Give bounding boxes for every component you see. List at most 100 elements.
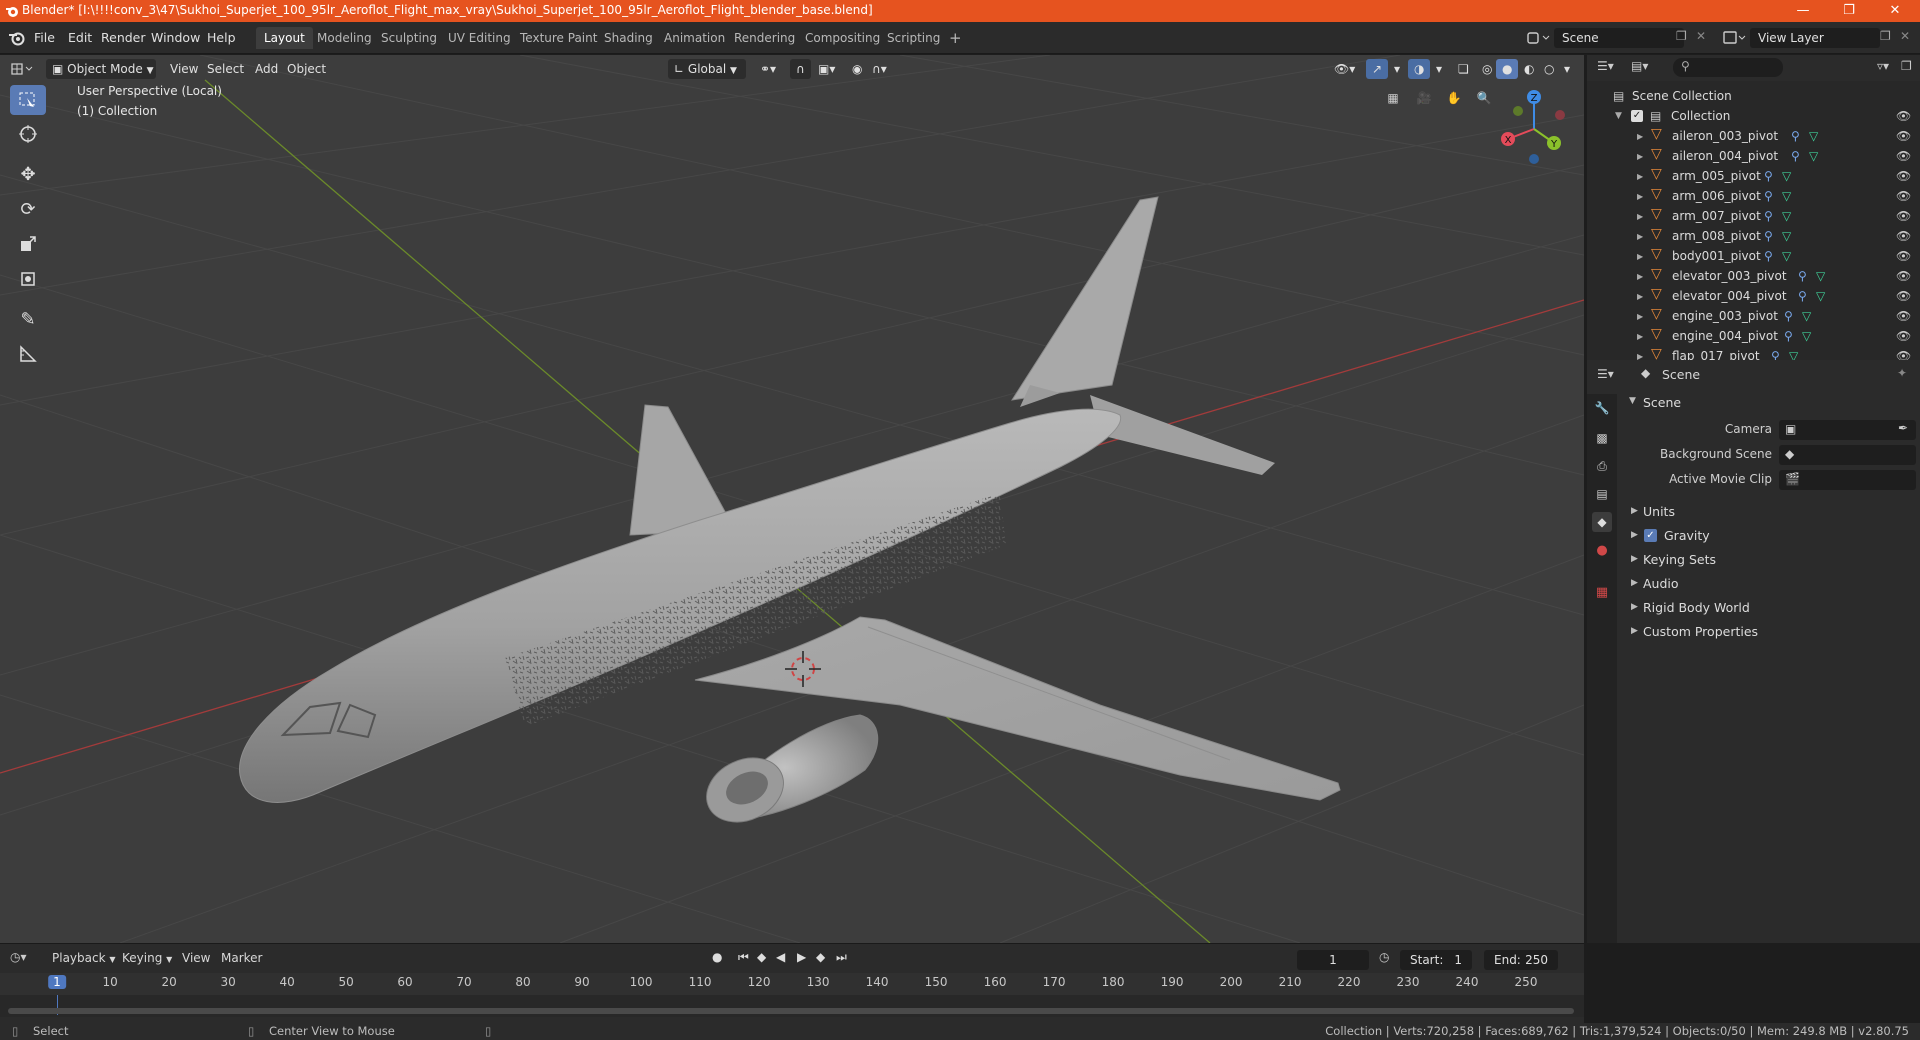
background-scene-field[interactable]: ◆: [1779, 445, 1916, 465]
expand-arrow-icon[interactable]: ▶: [1637, 252, 1643, 261]
audio-panel-header[interactable]: ▶ Audio: [1625, 573, 1915, 595]
modifier-wrench-icon[interactable]: ⚲: [1798, 289, 1807, 303]
play-reverse-icon[interactable]: ◀: [776, 950, 785, 964]
gravity-panel-header[interactable]: ▶ ✓ Gravity: [1625, 525, 1915, 547]
rigid-body-world-panel-header[interactable]: ▶ Rigid Body World: [1625, 597, 1915, 619]
eyedropper-icon[interactable]: ✒: [1898, 421, 1908, 435]
overlays-toggle-icon[interactable]: ◑: [1408, 59, 1431, 79]
menu-edit[interactable]: Edit: [68, 30, 92, 45]
outliner-item-row[interactable]: ▶ ▽ arm_006_pivot ⚲ ▽ 👁: [1587, 186, 1920, 206]
tab-tool[interactable]: 🔧: [1592, 398, 1612, 418]
expand-arrow-icon[interactable]: ▶: [1637, 332, 1643, 341]
visibility-selectability-icon[interactable]: 👁▾: [1328, 59, 1361, 79]
outliner-item-row[interactable]: ▶ ▽ arm_007_pivot ⚲ ▽ 👁: [1587, 206, 1920, 226]
snap-target-icon[interactable]: ▣▾: [812, 59, 841, 79]
timeline-menu-marker[interactable]: Marker: [221, 951, 262, 965]
tab-sculpting[interactable]: Sculpting: [373, 27, 445, 49]
visibility-eye-icon[interactable]: 👁: [1896, 289, 1911, 303]
expand-arrow-icon[interactable]: ▶: [1637, 132, 1643, 141]
close-window-button[interactable]: ✕: [1872, 0, 1918, 22]
expand-arrow-icon[interactable]: ▶: [1637, 172, 1643, 181]
record-icon[interactable]: ●: [712, 950, 722, 964]
mesh-data-icon[interactable]: ▽: [1782, 169, 1791, 183]
pivot-point-icon[interactable]: ⚭▾: [754, 59, 782, 79]
outliner-item-row[interactable]: ▶ ▽ elevator_004_pivot ⚲ ▽ 👁: [1587, 286, 1920, 306]
tab-uv-editing[interactable]: UV Editing: [440, 27, 519, 49]
snap-magnet-icon[interactable]: ∩: [790, 59, 811, 79]
active-movie-clip-field[interactable]: 🎬: [1779, 470, 1916, 490]
mesh-data-icon[interactable]: ▽: [1802, 329, 1811, 343]
end-frame-field[interactable]: End: 250: [1484, 950, 1558, 970]
tab-modeling[interactable]: Modeling: [309, 27, 380, 49]
viewport-menu-object[interactable]: Object: [281, 59, 332, 79]
expand-arrow-icon[interactable]: ▶: [1637, 292, 1643, 301]
viewport-menu-select[interactable]: Select: [201, 59, 250, 79]
tab-texture[interactable]: ▦: [1592, 582, 1612, 602]
navigation-gizmo[interactable]: Z X Y: [1496, 87, 1568, 165]
modifier-wrench-icon[interactable]: ⚲: [1791, 129, 1800, 143]
modifier-wrench-icon[interactable]: ⚲: [1764, 229, 1773, 243]
shading-dropdown-icon[interactable]: ▾: [1558, 59, 1576, 79]
gravity-checkbox[interactable]: ✓: [1644, 529, 1657, 542]
rotate-tool[interactable]: ⟳: [10, 194, 46, 224]
outliner-editor-type-icon[interactable]: ☰▾: [1597, 59, 1614, 73]
modifier-wrench-icon[interactable]: ⚲: [1784, 309, 1793, 323]
expand-arrow-icon[interactable]: ▶: [1637, 312, 1643, 321]
outliner-item-row[interactable]: ▶ ▽ engine_004_pivot ⚲ ▽ 👁: [1587, 326, 1920, 346]
falloff-icon[interactable]: ∩▾: [866, 59, 893, 79]
add-workspace-button[interactable]: +: [941, 27, 970, 49]
expand-arrow-icon[interactable]: ▶: [1637, 212, 1643, 221]
expand-arrow-icon[interactable]: ▼: [1615, 111, 1622, 121]
expand-arrow-icon[interactable]: ▶: [1637, 232, 1643, 241]
camera-view-icon[interactable]: 🎥: [1411, 85, 1437, 111]
overlays-dropdown-icon[interactable]: ▾: [1430, 59, 1448, 79]
timeline-editor-type-icon[interactable]: ◷▾: [10, 950, 27, 964]
modifier-wrench-icon[interactable]: ⚲: [1764, 169, 1773, 183]
visibility-eye-icon[interactable]: 👁: [1896, 229, 1911, 243]
pan-view-icon[interactable]: ✋: [1441, 85, 1467, 111]
camera-field[interactable]: ▣ ✒: [1779, 420, 1916, 440]
new-view-layer-icon[interactable]: ❐: [1880, 29, 1891, 43]
timeline-menu-view[interactable]: View: [182, 951, 210, 965]
play-icon[interactable]: ▶: [797, 950, 806, 964]
tab-world[interactable]: ●: [1592, 540, 1612, 560]
gizmo-dropdown-icon[interactable]: ▾: [1388, 59, 1406, 79]
transform-tool[interactable]: [10, 264, 46, 294]
visibility-eye-icon[interactable]: 👁: [1896, 169, 1911, 183]
delete-scene-icon[interactable]: ✕: [1696, 29, 1706, 43]
timeline-menu-playback[interactable]: Playback ▼: [52, 951, 116, 965]
visibility-eye-icon[interactable]: 👁: [1896, 249, 1911, 263]
tab-texture-paint[interactable]: Texture Paint: [512, 27, 605, 49]
menu-render[interactable]: Render: [101, 30, 146, 45]
outliner-item-row[interactable]: ▶ ▽ engine_003_pivot ⚲ ▽ 👁: [1587, 306, 1920, 326]
outliner-item-row[interactable]: ▶ ▽ flap_017_pivot ⚲ ▽ 👁: [1587, 346, 1920, 360]
outliner-item-row[interactable]: ▶ ▽ arm_005_pivot ⚲ ▽ 👁: [1587, 166, 1920, 186]
jump-keyframe-prev-icon[interactable]: ◆: [757, 950, 766, 964]
mesh-data-icon[interactable]: ▽: [1816, 269, 1825, 283]
properties-editor-type-icon[interactable]: ☰▾: [1597, 367, 1614, 381]
display-mode-icon[interactable]: ▤▾: [1631, 59, 1648, 73]
modifier-wrench-icon[interactable]: ⚲: [1764, 209, 1773, 223]
visibility-eye-icon[interactable]: 👁: [1896, 129, 1911, 143]
tab-view-layer[interactable]: ▤: [1592, 484, 1612, 504]
mesh-data-icon[interactable]: ▽: [1789, 349, 1798, 360]
viewport-menu-add[interactable]: Add: [249, 59, 284, 79]
collection-checkbox[interactable]: ✓: [1631, 110, 1643, 122]
visibility-eye-icon[interactable]: 👁: [1896, 349, 1911, 360]
tab-rendering[interactable]: Rendering: [726, 27, 803, 49]
scale-tool[interactable]: [10, 229, 46, 259]
visibility-eye-icon[interactable]: 👁: [1896, 109, 1911, 123]
outliner-item-row[interactable]: ▶ ▽ arm_008_pivot ⚲ ▽ 👁: [1587, 226, 1920, 246]
scene-name-field[interactable]: Scene: [1554, 28, 1684, 48]
expand-arrow-icon[interactable]: ▶: [1637, 272, 1643, 281]
visibility-eye-icon[interactable]: 👁: [1896, 209, 1911, 223]
keying-sets-panel-header[interactable]: ▶ Keying Sets: [1625, 549, 1915, 571]
visibility-eye-icon[interactable]: 👁: [1896, 189, 1911, 203]
mode-dropdown[interactable]: ▣ Object Mode ▼: [46, 59, 156, 79]
outliner-item-row[interactable]: ▶ ▽ aileron_004_pivot ⚲ ▽ 👁: [1587, 146, 1920, 166]
tab-scripting[interactable]: Scripting: [879, 27, 948, 49]
new-collection-icon[interactable]: ❐: [1901, 59, 1912, 73]
tab-compositing[interactable]: Compositing: [797, 27, 888, 49]
measure-tool[interactable]: [10, 339, 46, 369]
current-frame-field[interactable]: 1: [1297, 950, 1369, 970]
